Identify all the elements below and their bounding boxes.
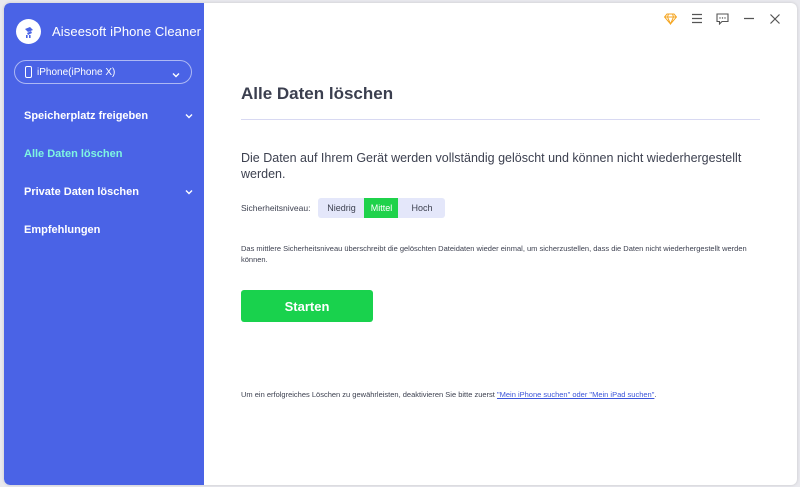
menu-icon[interactable] bbox=[690, 12, 703, 25]
diamond-icon[interactable] bbox=[664, 12, 677, 25]
page-title: Alle Daten löschen bbox=[241, 84, 394, 103]
start-button[interactable]: Starten bbox=[241, 290, 373, 322]
level-low-button[interactable]: Niedrig bbox=[318, 198, 365, 218]
sidebar-item-speicherplatz-freigeben[interactable]: Speicherplatz freigeben bbox=[4, 97, 204, 135]
title-divider bbox=[241, 119, 760, 120]
footer-end: . bbox=[654, 390, 657, 399]
footer-hint: Um ein erfolgreiches Löschen zu gewährle… bbox=[241, 390, 781, 399]
description-text: Die Daten auf Ihrem Gerät werden vollstä… bbox=[241, 151, 742, 181]
device-label: iPhone(iPhone X) bbox=[37, 66, 116, 78]
sidebar-item-empfehlungen[interactable]: Empfehlungen bbox=[4, 211, 204, 249]
window-controls bbox=[664, 12, 781, 25]
level-medium-button[interactable]: Mittel bbox=[364, 198, 399, 218]
chevron-down-icon bbox=[184, 187, 194, 200]
level-high-button[interactable]: Hoch bbox=[398, 198, 446, 218]
sidebar-item-private-daten-loeschen[interactable]: Private Daten löschen bbox=[4, 173, 204, 211]
sidebar-item-label: Alle Daten löschen bbox=[24, 148, 123, 160]
close-icon[interactable] bbox=[768, 12, 781, 25]
sidebar: Aiseesoft iPhone Cleaner iPhone(iPhone X… bbox=[4, 3, 204, 485]
feedback-icon[interactable] bbox=[716, 12, 729, 25]
app-window: Aiseesoft iPhone Cleaner iPhone(iPhone X… bbox=[4, 3, 797, 485]
app-logo-icon bbox=[16, 19, 41, 44]
security-level-note: Das mittlere Sicherheitsniveau überschre… bbox=[241, 244, 747, 264]
find-my-iphone-link[interactable]: "Mein iPhone suchen" oder "Mein iPad suc… bbox=[497, 390, 654, 399]
security-level-selector: Niedrig Mittel Hoch bbox=[318, 198, 446, 218]
app-name: Aiseesoft iPhone Cleaner bbox=[52, 24, 202, 39]
sidebar-item-label: Empfehlungen bbox=[24, 224, 101, 236]
minimize-icon[interactable] bbox=[742, 12, 755, 25]
sidebar-item-label: Speicherplatz freigeben bbox=[24, 110, 149, 122]
chevron-down-icon bbox=[184, 111, 194, 124]
security-level-row: Sicherheitsniveau: Niedrig Mittel Hoch bbox=[241, 198, 446, 218]
sidebar-item-label: Private Daten löschen bbox=[24, 186, 139, 198]
sidebar-nav: Speicherplatz freigeben Alle Daten lösch… bbox=[4, 97, 204, 249]
footer-text: Um ein erfolgreiches Löschen zu gewährle… bbox=[241, 390, 497, 399]
brand: Aiseesoft iPhone Cleaner bbox=[16, 19, 201, 44]
device-selector[interactable]: iPhone(iPhone X) bbox=[14, 60, 192, 84]
sidebar-item-alle-daten-loeschen[interactable]: Alle Daten löschen bbox=[4, 135, 204, 173]
phone-icon bbox=[25, 66, 32, 78]
security-level-label: Sicherheitsniveau: bbox=[241, 203, 311, 213]
chevron-down-icon bbox=[171, 67, 181, 85]
